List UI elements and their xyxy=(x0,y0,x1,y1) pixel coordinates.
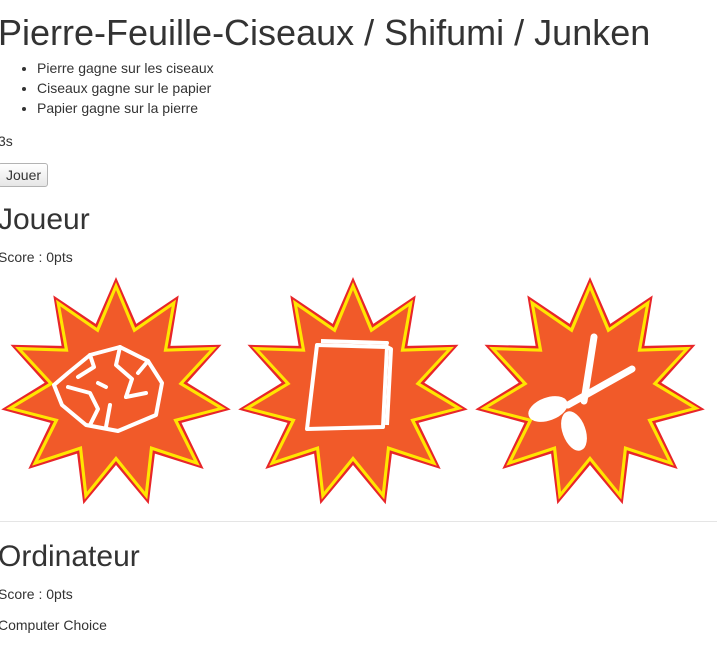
page: Pierre-Feuille-Ciseaux / Shifumi / Junke… xyxy=(0,0,717,635)
page-title: Pierre-Feuille-Ciseaux / Shifumi / Junke… xyxy=(0,12,651,53)
choice-paper-button[interactable] xyxy=(235,275,471,511)
computer-score: Score : 0pts xyxy=(0,586,73,602)
countdown-timer: 3s xyxy=(0,133,13,149)
player-heading: Joueur xyxy=(0,203,90,236)
player-choices xyxy=(0,275,717,511)
section-divider xyxy=(0,521,717,522)
rule-item: Papier gagne sur la pierre xyxy=(37,98,717,118)
rule-item: Pierre gagne sur les ciseaux xyxy=(37,58,717,78)
choice-rock-button[interactable] xyxy=(0,275,234,511)
rule-item: Ciseaux gagne sur le papier xyxy=(37,78,717,98)
scissors-icon xyxy=(475,277,705,505)
player-score: Score : 0pts xyxy=(0,249,73,265)
paper-icon xyxy=(238,277,468,505)
choice-scissors-button[interactable] xyxy=(472,275,708,511)
play-button[interactable]: Jouer xyxy=(0,163,49,187)
computer-choice-label: Computer Choice xyxy=(0,617,107,633)
rock-icon xyxy=(1,277,231,505)
rules-list: Pierre gagne sur les ciseaux Ciseaux gag… xyxy=(0,58,717,118)
computer-heading: Ordinateur xyxy=(0,540,140,573)
